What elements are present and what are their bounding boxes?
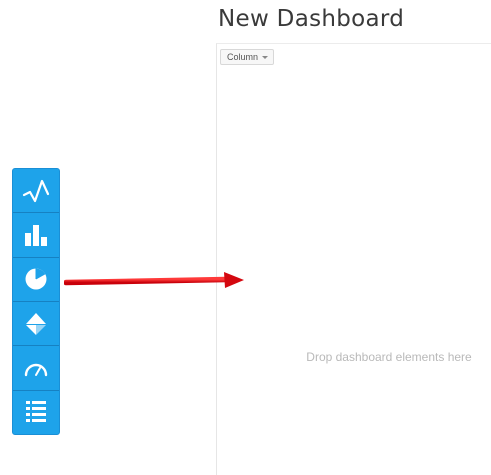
dashboard-canvas[interactable]: Column Drop dashboard elements here [216,43,491,475]
toolbar-item-gauge[interactable] [13,346,59,391]
toolbar-item-list[interactable] [13,391,59,434]
line-chart-icon [22,179,50,202]
bar-chart-icon [25,224,47,246]
page: New Dashboard Column Drop dashboard elem… [0,0,491,475]
gauge-icon [24,363,48,377]
chevron-down-icon [262,56,269,59]
pie-chart-icon [25,268,47,290]
toolbar-item-funnel-chart[interactable] [13,302,59,347]
toolbar-item-pie-chart[interactable] [13,258,59,302]
toolbar-item-bar-chart[interactable] [13,213,59,258]
toolbar-item-line-chart[interactable] [13,169,59,214]
element-toolbar [12,168,60,435]
dashboard-title[interactable]: New Dashboard [218,6,404,32]
drag-direction-arrow [64,272,244,288]
layout-dropdown[interactable]: Column [220,49,275,65]
funnel-chart-icon [26,312,46,335]
drop-zone-hint: Drop dashboard elements here [306,350,472,364]
layout-dropdown-label: Column [227,52,259,62]
list-icon [26,401,46,423]
